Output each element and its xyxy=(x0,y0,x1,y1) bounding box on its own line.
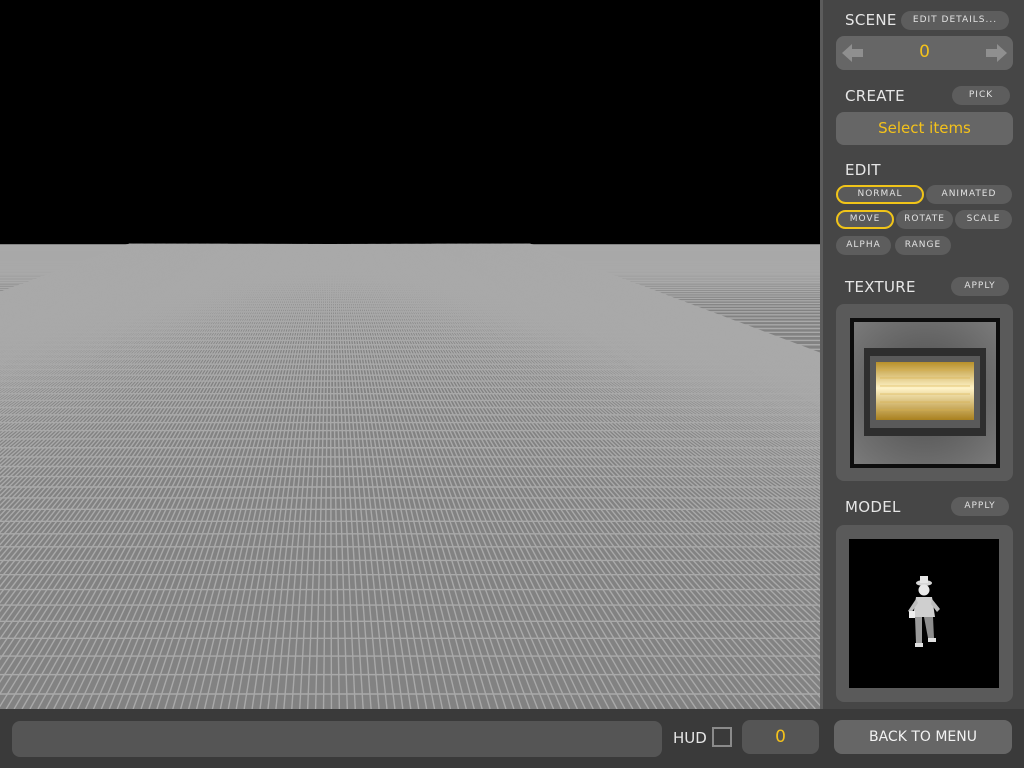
alpha-button[interactable]: ALPHA xyxy=(836,236,891,255)
texture-thumbnail xyxy=(850,318,1000,468)
model-apply-button[interactable]: APPLY xyxy=(951,497,1009,516)
texture-preview[interactable] xyxy=(836,304,1013,481)
rotate-button[interactable]: ROTATE xyxy=(896,210,953,229)
move-button[interactable]: MOVE xyxy=(836,210,894,229)
hud-label: HUD xyxy=(673,729,707,747)
sky-area xyxy=(0,0,820,245)
animated-mode-button[interactable]: ANIMATED xyxy=(926,185,1012,204)
model-title: MODEL xyxy=(845,498,901,516)
bottom-bar: HUD 0 BACK TO MENU xyxy=(0,709,1024,768)
scene-navigator: 0 xyxy=(836,36,1013,70)
hud-value: 0 xyxy=(742,720,819,754)
texture-title: TEXTURE xyxy=(845,278,916,296)
create-title: CREATE xyxy=(845,87,905,105)
edit-title: EDIT xyxy=(845,161,881,179)
scale-button[interactable]: SCALE xyxy=(955,210,1012,229)
normal-mode-button[interactable]: NORMAL xyxy=(836,185,924,204)
model-preview[interactable] xyxy=(836,525,1013,702)
scene-viewport[interactable] xyxy=(0,0,820,709)
right-arrow-icon[interactable] xyxy=(985,43,1007,63)
scene-title: SCENE xyxy=(845,11,897,29)
floor-grid xyxy=(0,0,820,709)
editor-panel: SCENE EDIT DETAILS... 0 CREATE PICK Sele… xyxy=(820,0,1024,709)
edit-details-button[interactable]: EDIT DETAILS... xyxy=(901,11,1009,30)
model-thumbnail xyxy=(849,539,999,688)
range-button[interactable]: RANGE xyxy=(895,236,951,255)
hud-checkbox[interactable] xyxy=(712,727,732,747)
command-input[interactable] xyxy=(12,721,662,757)
select-items-button[interactable]: Select items xyxy=(836,112,1013,145)
pick-button[interactable]: PICK xyxy=(952,86,1010,105)
back-to-menu-button[interactable]: BACK TO MENU xyxy=(834,720,1012,754)
texture-apply-button[interactable]: APPLY xyxy=(951,277,1009,296)
